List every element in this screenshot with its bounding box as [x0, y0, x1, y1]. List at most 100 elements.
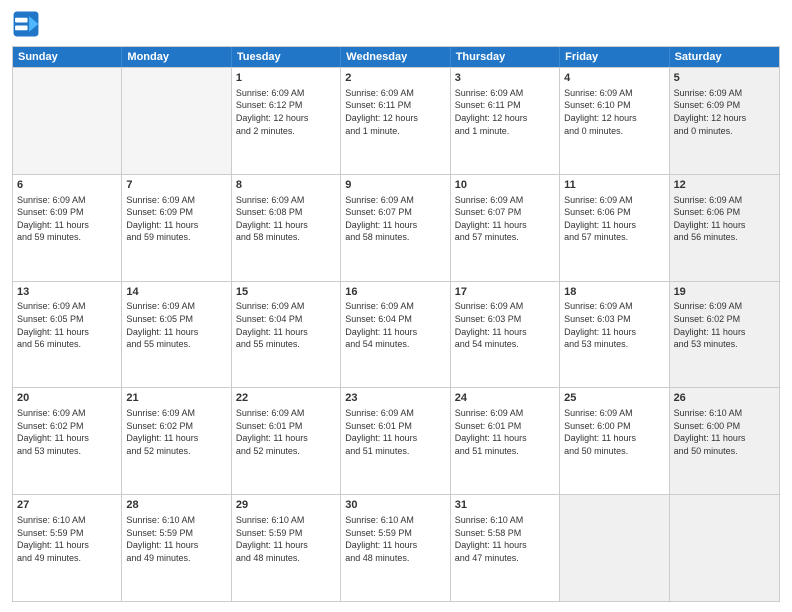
- cell-info: Sunrise: 6:09 AM Sunset: 6:02 PM Dayligh…: [126, 407, 226, 457]
- cal-cell-r4c6: [670, 495, 779, 601]
- day-number: 7: [126, 178, 226, 193]
- day-number: 19: [674, 285, 775, 300]
- cell-info: Sunrise: 6:09 AM Sunset: 6:07 PM Dayligh…: [345, 194, 445, 244]
- cal-cell-r2c5: 18Sunrise: 6:09 AM Sunset: 6:03 PM Dayli…: [560, 282, 669, 388]
- day-number: 8: [236, 178, 336, 193]
- day-number: 14: [126, 285, 226, 300]
- cal-row-0: 1Sunrise: 6:09 AM Sunset: 6:12 PM Daylig…: [13, 67, 779, 174]
- cell-info: Sunrise: 6:09 AM Sunset: 6:01 PM Dayligh…: [236, 407, 336, 457]
- cal-cell-r4c3: 30Sunrise: 6:10 AM Sunset: 5:59 PM Dayli…: [341, 495, 450, 601]
- cell-info: Sunrise: 6:09 AM Sunset: 6:02 PM Dayligh…: [674, 300, 775, 350]
- cell-info: Sunrise: 6:10 AM Sunset: 5:59 PM Dayligh…: [345, 514, 445, 564]
- cell-info: Sunrise: 6:09 AM Sunset: 6:11 PM Dayligh…: [455, 87, 555, 137]
- cell-info: Sunrise: 6:10 AM Sunset: 5:59 PM Dayligh…: [17, 514, 117, 564]
- day-number: 3: [455, 71, 555, 86]
- logo-icon: [12, 10, 40, 38]
- cell-info: Sunrise: 6:09 AM Sunset: 6:05 PM Dayligh…: [126, 300, 226, 350]
- cell-info: Sunrise: 6:09 AM Sunset: 6:09 PM Dayligh…: [17, 194, 117, 244]
- day-number: 1: [236, 71, 336, 86]
- calendar-body: 1Sunrise: 6:09 AM Sunset: 6:12 PM Daylig…: [13, 67, 779, 601]
- cal-row-3: 20Sunrise: 6:09 AM Sunset: 6:02 PM Dayli…: [13, 387, 779, 494]
- cal-cell-r4c4: 31Sunrise: 6:10 AM Sunset: 5:58 PM Dayli…: [451, 495, 560, 601]
- day-number: 31: [455, 498, 555, 513]
- cell-info: Sunrise: 6:09 AM Sunset: 6:01 PM Dayligh…: [345, 407, 445, 457]
- day-number: 2: [345, 71, 445, 86]
- calendar-header: SundayMondayTuesdayWednesdayThursdayFrid…: [13, 47, 779, 67]
- day-number: 17: [455, 285, 555, 300]
- header-day-tuesday: Tuesday: [232, 47, 341, 67]
- cell-info: Sunrise: 6:09 AM Sunset: 6:01 PM Dayligh…: [455, 407, 555, 457]
- cell-info: Sunrise: 6:10 AM Sunset: 5:58 PM Dayligh…: [455, 514, 555, 564]
- header-day-monday: Monday: [122, 47, 231, 67]
- cell-info: Sunrise: 6:09 AM Sunset: 6:04 PM Dayligh…: [236, 300, 336, 350]
- cal-cell-r0c4: 3Sunrise: 6:09 AM Sunset: 6:11 PM Daylig…: [451, 68, 560, 174]
- day-number: 21: [126, 391, 226, 406]
- cal-cell-r0c1: [122, 68, 231, 174]
- cell-info: Sunrise: 6:09 AM Sunset: 6:09 PM Dayligh…: [674, 87, 775, 137]
- cell-info: Sunrise: 6:09 AM Sunset: 6:06 PM Dayligh…: [674, 194, 775, 244]
- day-number: 18: [564, 285, 664, 300]
- cell-info: Sunrise: 6:09 AM Sunset: 6:05 PM Dayligh…: [17, 300, 117, 350]
- day-number: 22: [236, 391, 336, 406]
- page: SundayMondayTuesdayWednesdayThursdayFrid…: [0, 0, 792, 612]
- day-number: 23: [345, 391, 445, 406]
- cell-info: Sunrise: 6:09 AM Sunset: 6:02 PM Dayligh…: [17, 407, 117, 457]
- cal-cell-r0c6: 5Sunrise: 6:09 AM Sunset: 6:09 PM Daylig…: [670, 68, 779, 174]
- cell-info: Sunrise: 6:09 AM Sunset: 6:06 PM Dayligh…: [564, 194, 664, 244]
- day-number: 4: [564, 71, 664, 86]
- day-number: 30: [345, 498, 445, 513]
- cal-row-4: 27Sunrise: 6:10 AM Sunset: 5:59 PM Dayli…: [13, 494, 779, 601]
- cal-cell-r3c5: 25Sunrise: 6:09 AM Sunset: 6:00 PM Dayli…: [560, 388, 669, 494]
- cell-info: Sunrise: 6:09 AM Sunset: 6:07 PM Dayligh…: [455, 194, 555, 244]
- day-number: 16: [345, 285, 445, 300]
- cal-cell-r0c0: [13, 68, 122, 174]
- day-number: 13: [17, 285, 117, 300]
- cal-cell-r3c1: 21Sunrise: 6:09 AM Sunset: 6:02 PM Dayli…: [122, 388, 231, 494]
- cal-row-1: 6Sunrise: 6:09 AM Sunset: 6:09 PM Daylig…: [13, 174, 779, 281]
- cal-cell-r4c1: 28Sunrise: 6:10 AM Sunset: 5:59 PM Dayli…: [122, 495, 231, 601]
- cal-cell-r3c2: 22Sunrise: 6:09 AM Sunset: 6:01 PM Dayli…: [232, 388, 341, 494]
- day-number: 5: [674, 71, 775, 86]
- cal-cell-r1c0: 6Sunrise: 6:09 AM Sunset: 6:09 PM Daylig…: [13, 175, 122, 281]
- cal-cell-r0c3: 2Sunrise: 6:09 AM Sunset: 6:11 PM Daylig…: [341, 68, 450, 174]
- logo: [12, 10, 42, 38]
- header-day-wednesday: Wednesday: [341, 47, 450, 67]
- cal-cell-r2c6: 19Sunrise: 6:09 AM Sunset: 6:02 PM Dayli…: [670, 282, 779, 388]
- day-number: 26: [674, 391, 775, 406]
- cell-info: Sunrise: 6:09 AM Sunset: 6:04 PM Dayligh…: [345, 300, 445, 350]
- cal-cell-r4c0: 27Sunrise: 6:10 AM Sunset: 5:59 PM Dayli…: [13, 495, 122, 601]
- cell-info: Sunrise: 6:09 AM Sunset: 6:09 PM Dayligh…: [126, 194, 226, 244]
- cal-cell-r0c5: 4Sunrise: 6:09 AM Sunset: 6:10 PM Daylig…: [560, 68, 669, 174]
- cal-cell-r0c2: 1Sunrise: 6:09 AM Sunset: 6:12 PM Daylig…: [232, 68, 341, 174]
- cell-info: Sunrise: 6:09 AM Sunset: 6:11 PM Dayligh…: [345, 87, 445, 137]
- cal-cell-r4c5: [560, 495, 669, 601]
- cal-cell-r2c3: 16Sunrise: 6:09 AM Sunset: 6:04 PM Dayli…: [341, 282, 450, 388]
- cell-info: Sunrise: 6:09 AM Sunset: 6:00 PM Dayligh…: [564, 407, 664, 457]
- cal-cell-r3c6: 26Sunrise: 6:10 AM Sunset: 6:00 PM Dayli…: [670, 388, 779, 494]
- cal-cell-r1c2: 8Sunrise: 6:09 AM Sunset: 6:08 PM Daylig…: [232, 175, 341, 281]
- cal-cell-r2c2: 15Sunrise: 6:09 AM Sunset: 6:04 PM Dayli…: [232, 282, 341, 388]
- cal-row-2: 13Sunrise: 6:09 AM Sunset: 6:05 PM Dayli…: [13, 281, 779, 388]
- cell-info: Sunrise: 6:09 AM Sunset: 6:12 PM Dayligh…: [236, 87, 336, 137]
- day-number: 10: [455, 178, 555, 193]
- cal-cell-r1c6: 12Sunrise: 6:09 AM Sunset: 6:06 PM Dayli…: [670, 175, 779, 281]
- cal-cell-r2c1: 14Sunrise: 6:09 AM Sunset: 6:05 PM Dayli…: [122, 282, 231, 388]
- cell-info: Sunrise: 6:10 AM Sunset: 5:59 PM Dayligh…: [236, 514, 336, 564]
- calendar: SundayMondayTuesdayWednesdayThursdayFrid…: [12, 46, 780, 602]
- cal-cell-r4c2: 29Sunrise: 6:10 AM Sunset: 5:59 PM Dayli…: [232, 495, 341, 601]
- day-number: 20: [17, 391, 117, 406]
- cell-info: Sunrise: 6:10 AM Sunset: 6:00 PM Dayligh…: [674, 407, 775, 457]
- day-number: 12: [674, 178, 775, 193]
- header-day-friday: Friday: [560, 47, 669, 67]
- day-number: 6: [17, 178, 117, 193]
- cal-cell-r3c3: 23Sunrise: 6:09 AM Sunset: 6:01 PM Dayli…: [341, 388, 450, 494]
- cell-info: Sunrise: 6:10 AM Sunset: 5:59 PM Dayligh…: [126, 514, 226, 564]
- day-number: 29: [236, 498, 336, 513]
- header-day-thursday: Thursday: [451, 47, 560, 67]
- day-number: 11: [564, 178, 664, 193]
- cell-info: Sunrise: 6:09 AM Sunset: 6:03 PM Dayligh…: [455, 300, 555, 350]
- cell-info: Sunrise: 6:09 AM Sunset: 6:03 PM Dayligh…: [564, 300, 664, 350]
- day-number: 27: [17, 498, 117, 513]
- day-number: 24: [455, 391, 555, 406]
- cell-info: Sunrise: 6:09 AM Sunset: 6:10 PM Dayligh…: [564, 87, 664, 137]
